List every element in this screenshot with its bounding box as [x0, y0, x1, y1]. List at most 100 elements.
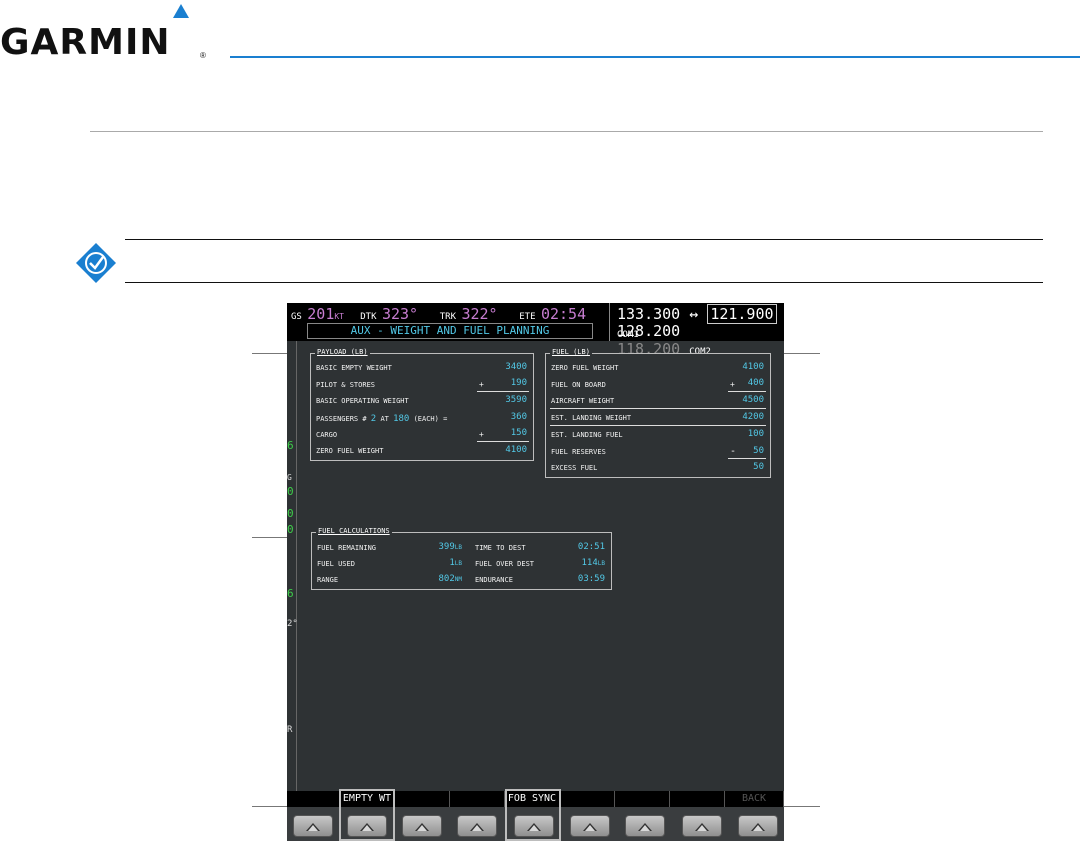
logo-delta-icon	[173, 4, 189, 18]
fuel-title: FUEL (LB)	[550, 348, 592, 356]
strip-char: G	[287, 473, 292, 482]
com1-standby-freq[interactable]: 121.900	[707, 304, 777, 324]
calc-label: ENDURANCE	[475, 576, 513, 584]
softkey-label-1	[287, 791, 340, 807]
softkey-label-6	[560, 791, 615, 807]
com1-active-freq: 133.300	[617, 305, 681, 323]
fuel-row: ZERO FUEL WEIGHT	[551, 364, 619, 372]
endurance-value: 03:59	[577, 574, 605, 584]
header-rule	[230, 56, 1080, 58]
fuel-used-value: 1LB	[449, 558, 462, 568]
fuel-zero-fuel-weight-value: 4100	[742, 362, 764, 372]
calc-label: FUEL REMAINING	[317, 544, 377, 552]
strip-char: R	[287, 725, 293, 735]
section-underline	[550, 408, 766, 409]
strip-char: 6	[287, 587, 294, 600]
payload-row: BASIC OPERATING WEIGHT	[316, 397, 409, 405]
section-rule	[90, 131, 1043, 132]
garmin-logo: GARMIN	[0, 22, 171, 63]
strip-char: 0	[287, 523, 294, 536]
softkey-3[interactable]	[402, 815, 442, 837]
fuel-reserves-value[interactable]: 50	[753, 446, 764, 456]
est-landing-weight-value: 4200	[742, 412, 764, 422]
calc-label: RANGE	[317, 576, 339, 584]
softkey-label-3	[395, 791, 450, 807]
fuel-row: EST. LANDING FUEL	[551, 431, 623, 439]
pilot-stores-value[interactable]: 190	[511, 378, 527, 388]
note-rule-bottom	[125, 282, 1043, 283]
strip-char: 0	[287, 485, 294, 498]
basic-operating-weight-value: 3590	[505, 395, 527, 405]
payload-row: BASIC EMPTY WEIGHT	[316, 364, 392, 372]
trk-value: 322°	[461, 305, 498, 323]
basic-empty-weight-value[interactable]: 3400	[505, 362, 527, 372]
calc-label: FUEL OVER DEST	[475, 560, 535, 568]
fuel-row: AIRCRAFT WEIGHT	[551, 397, 615, 405]
trk-label: TRK	[439, 312, 457, 322]
payload-row: CARGO	[316, 431, 338, 439]
sum-underline	[477, 441, 529, 442]
fuel-row: EXCESS FUEL	[551, 464, 598, 472]
softkey-label-back: BACK	[725, 791, 784, 807]
payload-title: PAYLOAD (LB)	[315, 348, 370, 356]
note-rule-top	[125, 239, 1043, 240]
fuel-on-board-value[interactable]: 400	[748, 378, 764, 388]
nav-status-bar: GS 201KT DTK 323° TRK 322° ETE 02:54 AUX…	[287, 303, 784, 358]
section-underline	[550, 425, 766, 426]
fuel-calculations-panel: FUEL CALCULATIONS FUEL REMAINING 399LB T…	[311, 527, 612, 590]
note-check-icon	[76, 243, 116, 283]
left-map-strip: 6 G 0 0 0 6 2° R	[287, 341, 298, 801]
softkey-6[interactable]	[570, 815, 610, 837]
nav-data-row: GS 201KT DTK 323° TRK 322° ETE 02:54	[291, 305, 586, 323]
swap-arrow-icon: ↔	[689, 305, 699, 323]
com-separator	[609, 303, 610, 341]
calc-label: FUEL USED	[317, 560, 355, 568]
passenger-each-weight[interactable]: 180	[393, 414, 409, 424]
dtk-value: 323°	[381, 305, 419, 323]
softkey-4[interactable]	[457, 815, 497, 837]
gs-value: 201KT	[307, 305, 344, 323]
softkey-label-7	[615, 791, 670, 807]
fuel-row: EST. LANDING WEIGHT	[551, 414, 632, 422]
passengers-count[interactable]: 2	[371, 414, 376, 424]
range-value: 802NM	[438, 574, 463, 584]
com2-active-freq: 128.200	[617, 322, 681, 340]
softkey-label-4	[450, 791, 505, 807]
softkey-label-8	[670, 791, 725, 807]
passengers-total-value: 360	[510, 412, 527, 422]
dtk-label: DTK	[360, 312, 377, 322]
softkey-1[interactable]	[293, 815, 333, 837]
softkey-7[interactable]	[625, 815, 665, 837]
cargo-value[interactable]: 150	[511, 428, 527, 438]
fuel-row: FUEL ON BOARD	[551, 381, 606, 389]
mfd-display: GS 201KT DTK 323° TRK 322° ETE 02:54 AUX…	[287, 303, 784, 841]
calc-label: TIME TO DEST	[475, 544, 526, 552]
softkey-back[interactable]	[738, 815, 778, 837]
ete-value: 02:54	[540, 305, 587, 323]
plus-sign: +	[479, 380, 484, 389]
minus-sign: -	[730, 446, 737, 457]
gs-label: GS	[291, 312, 302, 322]
ete-label: ETE	[519, 312, 536, 322]
strip-char: 0	[287, 507, 294, 520]
registered-mark: ®	[200, 51, 206, 60]
plus-sign: +	[730, 380, 735, 389]
passengers-row: PASSENGERS # 2 AT 180 (EACH) =	[316, 414, 448, 424]
fuel-row: FUEL RESERVES	[551, 448, 606, 456]
page-title: AUX - WEIGHT AND FUEL PLANNING	[307, 323, 593, 339]
sum-underline	[728, 458, 766, 459]
time-to-dest-value: 02:51	[577, 542, 605, 552]
softkey-8[interactable]	[682, 815, 722, 837]
aircraft-weight-value: 4500	[742, 395, 764, 405]
payload-row: PILOT & STORES	[316, 381, 376, 389]
empty-wt-highlight	[339, 789, 395, 841]
fuel-over-dest-value: 114LB	[581, 558, 606, 568]
strip-char: 6	[287, 439, 294, 452]
plus-sign: +	[479, 430, 484, 439]
calc-title: FUEL CALCULATIONS	[316, 527, 392, 535]
payload-panel: PAYLOAD (LB) BASIC EMPTY WEIGHT 3400 PIL…	[310, 348, 534, 461]
sum-underline	[477, 391, 529, 392]
fuel-panel: FUEL (LB) ZERO FUEL WEIGHT 4100 FUEL ON …	[545, 348, 771, 478]
sum-underline	[728, 391, 766, 392]
payload-row: ZERO FUEL WEIGHT	[316, 447, 384, 455]
